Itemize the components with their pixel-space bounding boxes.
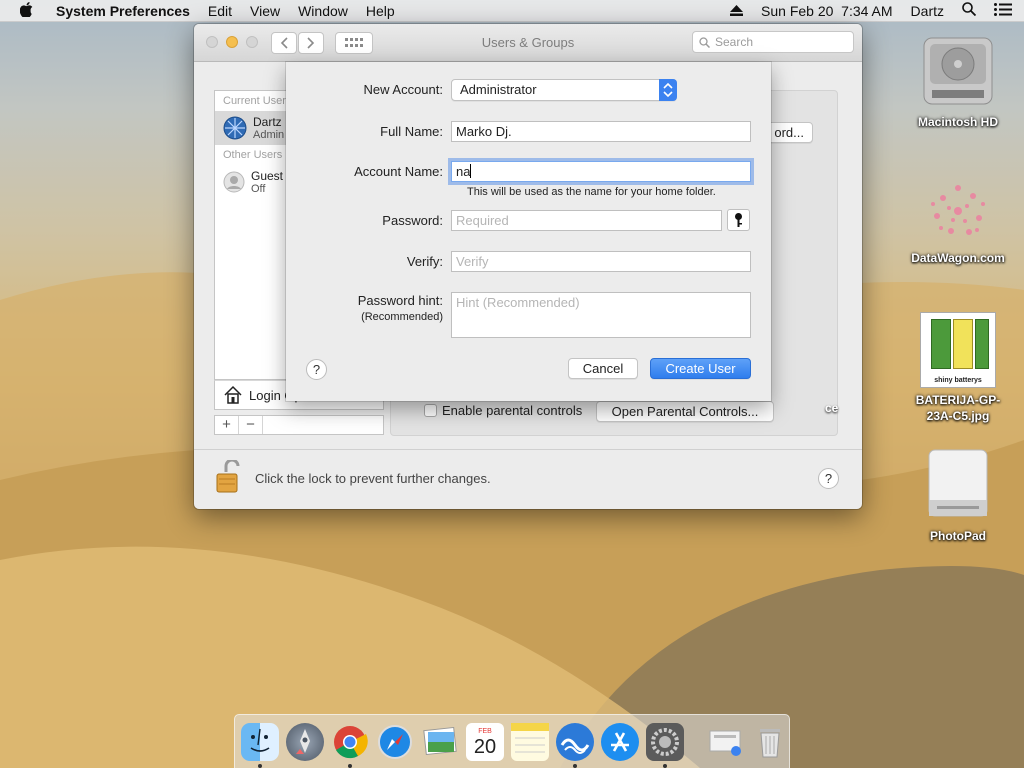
password-hint-sublabel: (Recommended): [361, 311, 443, 323]
trash-icon[interactable]: [751, 723, 789, 761]
account-name-field[interactable]: na: [451, 161, 751, 182]
new-account-sheet: New Account: Administrator Full Name: Ma…: [286, 62, 771, 401]
parental-controls-label: Enable parental controls: [442, 403, 583, 418]
verify-field[interactable]: Verify: [451, 251, 751, 272]
desktop-icon-datawagon[interactable]: DataWagon.com: [903, 176, 1013, 266]
menu-bar: System Preferences Edit View Window Help…: [0, 0, 1024, 22]
text-cursor: [470, 164, 472, 178]
password-label: Password:: [382, 213, 443, 228]
menu-help[interactable]: Help: [357, 3, 404, 19]
password-placeholder: Required: [456, 213, 509, 228]
password-assistant-key-icon[interactable]: [727, 209, 750, 231]
verify-placeholder: Verify: [456, 254, 489, 269]
full-name-label: Full Name:: [380, 124, 443, 139]
add-user-button[interactable]: +: [215, 416, 239, 434]
running-indicator: [348, 764, 352, 768]
calendar-icon[interactable]: FEB 20: [466, 723, 504, 761]
finder-icon[interactable]: [241, 723, 279, 768]
create-user-button[interactable]: Create User: [650, 358, 751, 379]
lock-bar: Click the lock to prevent further change…: [194, 449, 862, 509]
stepper-arrows-icon: [659, 79, 677, 101]
search-input[interactable]: Search: [692, 31, 854, 53]
password-hint-label: Password hint:: [357, 293, 443, 308]
user-role: Admin: [253, 128, 285, 141]
user-name: Guest: [251, 169, 284, 183]
full-name-field[interactable]: Marko Dj.: [451, 121, 751, 142]
checkbox-box[interactable]: [424, 404, 437, 417]
external-drive-icon: [923, 448, 993, 524]
house-icon: [224, 385, 242, 404]
search-icon: [699, 36, 710, 48]
menu-edit[interactable]: Edit: [199, 3, 241, 19]
openoffice-icon[interactable]: [556, 723, 594, 768]
photos-preview-icon[interactable]: [421, 723, 459, 761]
open-parental-controls-button[interactable]: Open Parental Controls...: [596, 401, 774, 422]
desktop-icon-label: BATERIJA-GP-23A-C5.jpg: [915, 393, 1001, 423]
user-avatar-icon: [223, 116, 247, 140]
add-remove-bar: + −: [214, 415, 384, 435]
dock: FEB 20: [234, 714, 790, 768]
eject-icon[interactable]: [721, 3, 752, 19]
thumbnail-caption: shiny batterys: [934, 377, 982, 384]
apple-menu-icon[interactable]: [0, 1, 47, 20]
system-preferences-icon[interactable]: [646, 723, 684, 768]
account-type-value: Administrator: [460, 82, 537, 97]
password-hint-placeholder: Hint (Recommended): [456, 295, 580, 310]
notes-icon[interactable]: [511, 723, 549, 761]
desktop-icon-label: DataWagon.com: [911, 251, 1005, 265]
hard-drive-icon: [920, 34, 996, 110]
running-indicator: [573, 764, 577, 768]
calendar-month: FEB: [478, 727, 492, 735]
unlocked-padlock-icon[interactable]: [216, 458, 240, 494]
datawagon-logo-icon: [923, 176, 993, 246]
account-name-label: Account Name:: [354, 164, 443, 179]
user-role: Off: [251, 182, 266, 195]
menu-window[interactable]: Window: [289, 3, 357, 19]
running-indicator: [663, 764, 667, 768]
spotlight-search-icon[interactable]: [953, 2, 985, 19]
account-name-hint: This will be used as the name for your h…: [467, 186, 716, 198]
desktop-icon-photopad[interactable]: PhotoPad: [903, 448, 1013, 544]
sheet-help-button[interactable]: ?: [306, 359, 327, 380]
partial-label: ce: [825, 401, 839, 415]
account-type-select[interactable]: Administrator: [451, 79, 677, 101]
menu-view[interactable]: View: [241, 3, 289, 19]
lock-text: Click the lock to prevent further change…: [255, 471, 491, 486]
image-thumbnail-icon: shiny batterys: [920, 312, 996, 388]
user-name: Dartz: [253, 115, 282, 129]
running-indicator: [258, 764, 262, 768]
downloads-stack-icon[interactable]: [706, 723, 744, 761]
calendar-day: 20: [473, 735, 497, 758]
launchpad-icon[interactable]: [286, 723, 324, 761]
new-account-label: New Account:: [363, 82, 444, 97]
password-hint-field[interactable]: Hint (Recommended): [451, 292, 751, 338]
notification-center-icon[interactable]: [985, 2, 1024, 19]
desktop-icon-baterija-jpg[interactable]: shiny batterys BATERIJA-GP-23A-C5.jpg: [903, 312, 1013, 424]
app-store-icon[interactable]: [601, 723, 639, 761]
search-placeholder: Search: [715, 35, 754, 49]
menu-user[interactable]: Dartz: [902, 3, 953, 19]
desktop-icon-macintosh-hd[interactable]: Macintosh HD: [903, 34, 1013, 130]
desktop-icon-label: Macintosh HD: [917, 115, 998, 129]
safari-icon[interactable]: [376, 723, 414, 761]
verify-label: Verify:: [406, 254, 443, 269]
account-name-value: na: [456, 164, 471, 179]
parental-controls-checkbox[interactable]: Enable parental controls: [424, 403, 582, 418]
menu-app-name[interactable]: System Preferences: [47, 3, 199, 19]
password-field[interactable]: Required: [451, 210, 722, 231]
menu-clock[interactable]: Sun Feb 20 7:34 AM: [752, 3, 902, 19]
remove-user-button[interactable]: −: [239, 416, 263, 434]
window-titlebar[interactable]: Users & Groups Search: [194, 24, 862, 62]
help-button[interactable]: ?: [818, 468, 839, 489]
cancel-button[interactable]: Cancel: [568, 358, 638, 379]
full-name-value: Marko Dj.: [456, 124, 512, 139]
desktop-icon-label: PhotoPad: [930, 529, 986, 543]
guest-user-icon: [223, 171, 245, 193]
chrome-icon[interactable]: [331, 723, 369, 768]
